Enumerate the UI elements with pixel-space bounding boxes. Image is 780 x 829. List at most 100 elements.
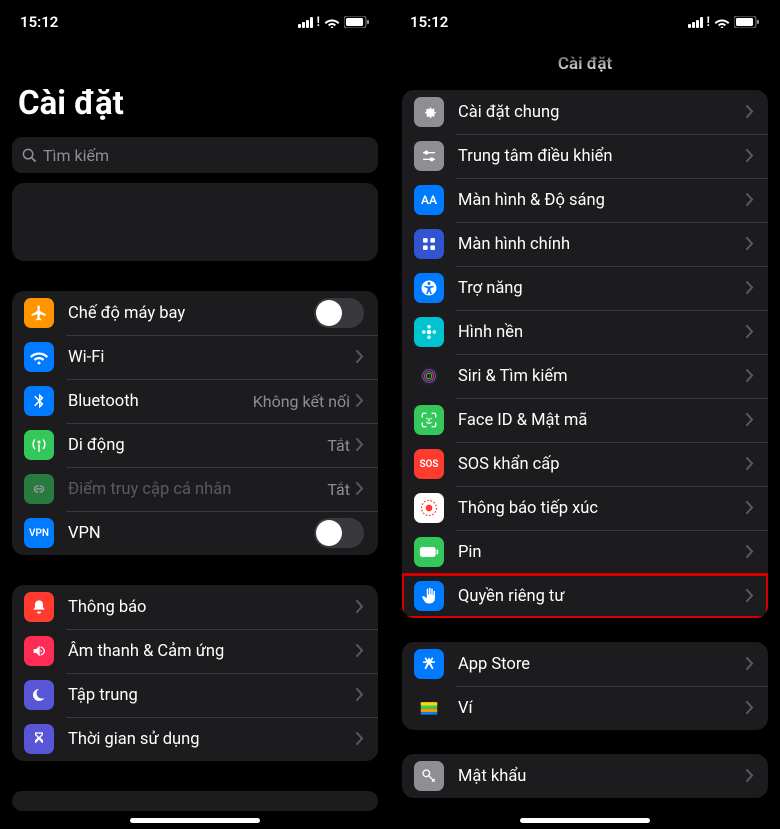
- phone-right-settings-list: 15:12 ! Cài đặt Cài đặt chung: [390, 0, 780, 829]
- bell-icon: [24, 592, 54, 622]
- row-exposure-notifications[interactable]: Thông báo tiếp xúc: [402, 486, 768, 530]
- hourglass-icon: [24, 724, 54, 754]
- row-app-store[interactable]: App Store: [402, 642, 768, 686]
- signal-icon: [298, 17, 313, 28]
- chevron-right-icon: [356, 642, 364, 661]
- row-label: SOS khẩn cấp: [458, 455, 746, 474]
- row-label: Âm thanh & Cảm ứng: [68, 642, 356, 661]
- moon-icon: [24, 680, 54, 710]
- row-privacy[interactable]: Quyền riêng tư: [402, 574, 768, 618]
- row-label: Thông báo tiếp xúc: [458, 499, 746, 518]
- row-battery[interactable]: Pin: [402, 530, 768, 574]
- chevron-right-icon: [746, 587, 754, 606]
- hotspot-icon: [24, 474, 54, 504]
- vpn-icon: VPN: [24, 518, 54, 548]
- exposure-icon: [414, 493, 444, 523]
- row-siri[interactable]: Siri & Tìm kiếm: [402, 354, 768, 398]
- row-label: Chế độ máy bay: [68, 304, 314, 323]
- sos-icon: SOS: [414, 449, 444, 479]
- appstore-icon: [414, 649, 444, 679]
- search-placeholder: Tìm kiếm: [43, 146, 109, 165]
- row-accessibility[interactable]: Trợ năng: [402, 266, 768, 310]
- chevron-right-icon: [356, 598, 364, 617]
- row-personal-hotspot: Điểm truy cập cá nhân Tắt: [12, 467, 378, 511]
- row-screentime[interactable]: Thời gian sử dụng: [12, 717, 378, 761]
- gear-icon: [414, 97, 444, 127]
- chevron-right-icon: [746, 767, 754, 786]
- row-sounds[interactable]: Âm thanh & Cảm ứng: [12, 629, 378, 673]
- chevron-right-icon: [746, 699, 754, 718]
- signal-exclaim: !: [317, 15, 320, 30]
- row-notifications[interactable]: Thông báo: [12, 585, 378, 629]
- vpn-toggle[interactable]: [314, 518, 364, 548]
- row-label: Màn hình chính: [458, 235, 746, 254]
- battery-icon: [344, 16, 370, 28]
- status-time: 15:12: [410, 13, 688, 31]
- chevron-right-icon: [746, 367, 754, 386]
- siri-icon: [414, 361, 444, 391]
- search-icon: [22, 148, 37, 163]
- row-wallpaper[interactable]: Hình nền: [402, 310, 768, 354]
- sliders-icon: [414, 141, 444, 171]
- row-display-brightness[interactable]: AA Màn hình & Độ sáng: [402, 178, 768, 222]
- speaker-icon: [24, 636, 54, 666]
- grid-icon: [414, 229, 444, 259]
- profile-card[interactable]: [12, 183, 378, 261]
- row-wifi[interactable]: Wi-Fi: [12, 335, 378, 379]
- status-time: 15:12: [20, 13, 298, 31]
- status-icons: !: [298, 15, 370, 30]
- airplane-toggle[interactable]: [314, 298, 364, 328]
- left-scroll[interactable]: Cài đặt Tìm kiếm Chế độ máy bay Wi-Fi: [0, 44, 390, 829]
- flower-icon: [414, 317, 444, 347]
- row-face-id[interactable]: Face ID & Mật mã: [402, 398, 768, 442]
- row-focus[interactable]: Tập trung: [12, 673, 378, 717]
- row-label: VPN: [68, 524, 314, 543]
- row-bluetooth[interactable]: Bluetooth Không kết nối: [12, 379, 378, 423]
- right-scroll[interactable]: Cài đặt chung Trung tâm điều khiển AA Mà…: [390, 88, 780, 829]
- row-cellular[interactable]: Di động Tắt: [12, 423, 378, 467]
- nav-title: Cài đặt: [390, 44, 780, 88]
- wallet-icon: [414, 693, 444, 723]
- bluetooth-icon: [24, 386, 54, 416]
- row-label: Màn hình & Độ sáng: [458, 191, 746, 210]
- row-label: Siri & Tìm kiếm: [458, 367, 746, 386]
- row-label: Pin: [458, 543, 746, 562]
- signal-icon: [688, 17, 703, 28]
- row-label: Quyền riêng tư: [458, 587, 746, 606]
- row-label: Tập trung: [68, 686, 356, 705]
- chevron-right-icon: [746, 279, 754, 298]
- search-input[interactable]: Tìm kiếm: [12, 137, 378, 173]
- row-value: Tắt: [327, 436, 350, 455]
- home-indicator[interactable]: [520, 818, 650, 823]
- row-passwords[interactable]: Mật khẩu: [402, 754, 768, 798]
- row-label: App Store: [458, 655, 746, 674]
- airplane-icon: [24, 298, 54, 328]
- row-sos[interactable]: SOS SOS khẩn cấp: [402, 442, 768, 486]
- chevron-right-icon: [356, 348, 364, 367]
- row-home-screen[interactable]: Màn hình chính: [402, 222, 768, 266]
- section-partial: [12, 791, 378, 811]
- section-personal: Thông báo Âm thanh & Cảm ứng Tập trung: [12, 585, 378, 761]
- row-control-center[interactable]: Trung tâm điều khiển: [402, 134, 768, 178]
- row-label: Bluetooth: [68, 392, 253, 411]
- section-general: Cài đặt chung Trung tâm điều khiển AA Mà…: [402, 90, 768, 618]
- status-icons: !: [688, 15, 760, 30]
- row-value: Tắt: [327, 480, 350, 499]
- page-title: Cài đặt: [0, 44, 390, 131]
- row-label: Trung tâm điều khiển: [458, 147, 746, 166]
- chevron-right-icon: [746, 499, 754, 518]
- row-airplane-mode[interactable]: Chế độ máy bay: [12, 291, 378, 335]
- row-label: Điểm truy cập cá nhân: [68, 480, 327, 499]
- row-general[interactable]: Cài đặt chung: [402, 90, 768, 134]
- chevron-right-icon: [746, 411, 754, 430]
- chevron-right-icon: [746, 103, 754, 122]
- chevron-right-icon: [356, 686, 364, 705]
- chevron-right-icon: [746, 455, 754, 474]
- chevron-right-icon: [356, 436, 364, 455]
- row-vpn[interactable]: VPN VPN: [12, 511, 378, 555]
- row-wallet[interactable]: Ví: [402, 686, 768, 730]
- signal-exclaim: !: [707, 15, 710, 30]
- chevron-right-icon: [746, 543, 754, 562]
- home-indicator[interactable]: [130, 818, 260, 823]
- wifi-status-icon: [324, 16, 340, 28]
